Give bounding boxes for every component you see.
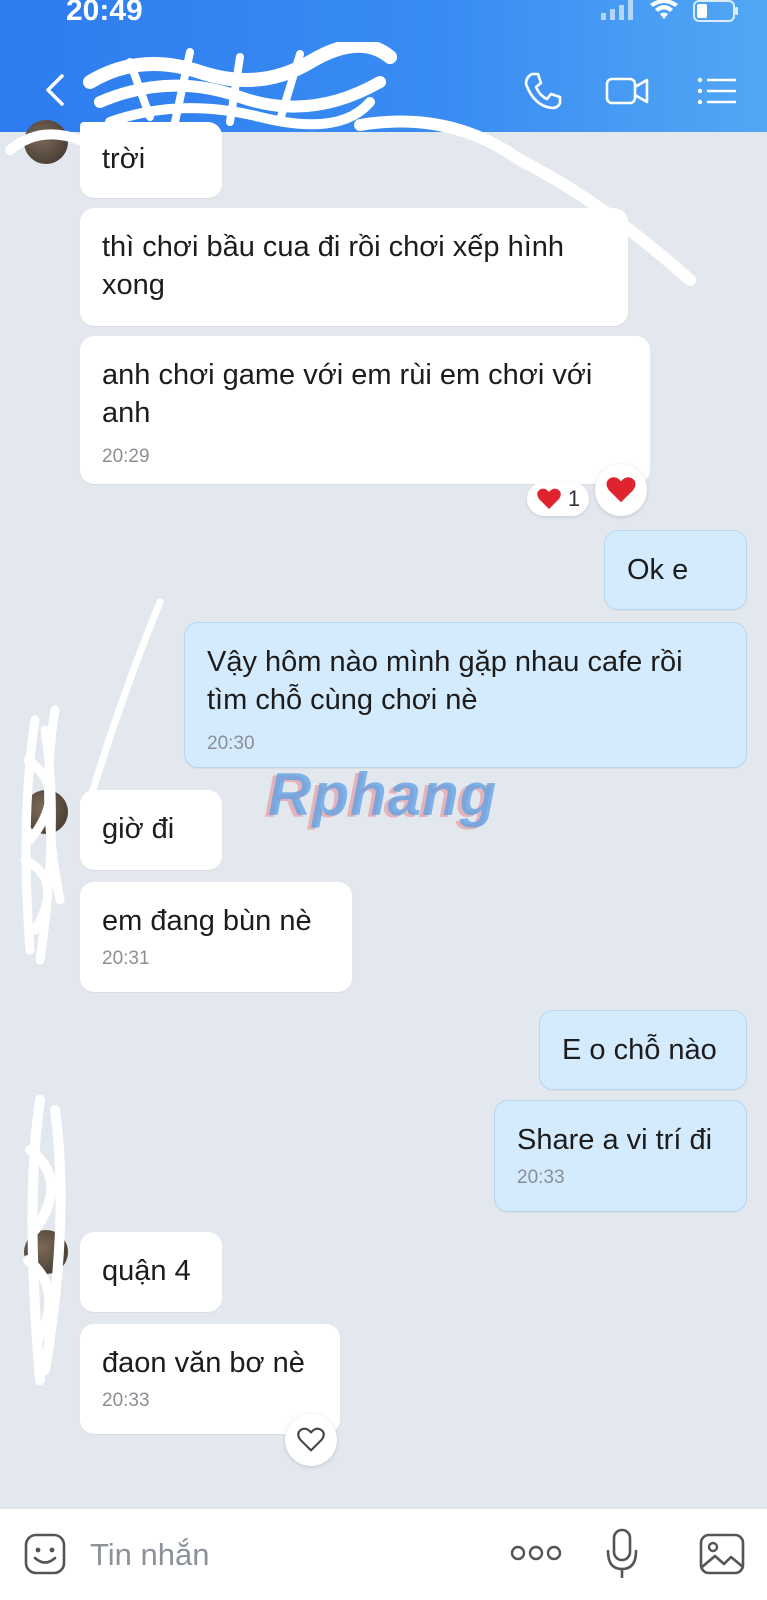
message-text: Vậy hôm nào mình gặp nhau cafe rồi tìm c…: [207, 646, 683, 716]
message-text: E o chỗ nào: [562, 1034, 717, 1066]
message-time: 20:33: [102, 1390, 150, 1411]
reaction-count: 1: [567, 486, 581, 511]
message-text: Share a vi trí đi: [517, 1124, 713, 1156]
video-call-icon[interactable]: [604, 68, 650, 114]
message-text: em đang bùn nè: [102, 905, 312, 937]
message-text: trời: [102, 143, 146, 175]
message-bubble-incoming[interactable]: quận 4: [80, 1232, 222, 1312]
message-time: 20:30: [207, 733, 255, 754]
wifi-icon: [650, 0, 678, 19]
redacted-contact-name: [83, 42, 397, 130]
heart-icon: [537, 488, 561, 509]
message-bubble-incoming[interactable]: giờ đi: [80, 790, 222, 870]
message-text: đaon văn bơ nè: [102, 1347, 305, 1379]
message-bubble-outgoing[interactable]: E o chỗ nào: [539, 1010, 747, 1090]
avatar[interactable]: [24, 790, 68, 834]
sticker-icon[interactable]: [22, 1531, 68, 1577]
message-input[interactable]: [90, 1537, 490, 1573]
status-icons: [601, 0, 739, 22]
message-time: 20:31: [102, 948, 150, 969]
chat-header: 20:49: [0, 0, 767, 132]
message-bubble-incoming[interactable]: anh chơi game với em rùi em chơi với anh…: [80, 336, 650, 484]
heart-outline-icon: [297, 1427, 325, 1452]
message-text: Ok e: [627, 554, 689, 586]
battery-icon: [693, 0, 738, 22]
message-text: anh chơi game với em rùi em chơi với anh: [102, 359, 593, 429]
avatar[interactable]: [24, 1230, 68, 1274]
message-bubble-outgoing[interactable]: Vậy hôm nào mình gặp nhau cafe rồi tìm c…: [184, 622, 747, 768]
signal-icon: [601, 0, 633, 20]
microphone-icon[interactable]: [604, 1527, 640, 1581]
menu-icon[interactable]: [694, 68, 740, 114]
message-time: 20:33: [517, 1167, 565, 1188]
message-text: thì chơi bầu cua đi rồi chơi xếp hình xo…: [102, 231, 565, 301]
message-time: 20:29: [102, 446, 150, 467]
more-icon[interactable]: [510, 1541, 562, 1565]
message-bubble-incoming[interactable]: trời: [80, 122, 222, 198]
message-bubble-incoming[interactable]: thì chơi bầu cua đi rồi chơi xếp hình xo…: [80, 208, 628, 326]
message-text: quận 4: [102, 1255, 191, 1287]
phone-icon[interactable]: [520, 68, 566, 114]
avatar[interactable]: [24, 120, 68, 164]
react-button[interactable]: [595, 464, 647, 516]
back-icon[interactable]: [38, 70, 78, 110]
watermark: Rphang: [268, 761, 498, 828]
composer-bar: [0, 1508, 767, 1600]
heart-icon: [606, 477, 636, 503]
message-bubble-outgoing[interactable]: Share a vi trí đi 20:33: [494, 1100, 747, 1212]
reaction-summary[interactable]: 1: [527, 482, 589, 516]
message-bubble-incoming[interactable]: em đang bùn nè 20:31: [80, 882, 352, 992]
status-time: 20:49: [66, 0, 143, 27]
react-button[interactable]: [285, 1414, 337, 1466]
image-icon[interactable]: [698, 1531, 746, 1577]
message-text: giờ đi: [102, 813, 175, 845]
message-bubble-outgoing[interactable]: Ok e: [604, 530, 747, 610]
